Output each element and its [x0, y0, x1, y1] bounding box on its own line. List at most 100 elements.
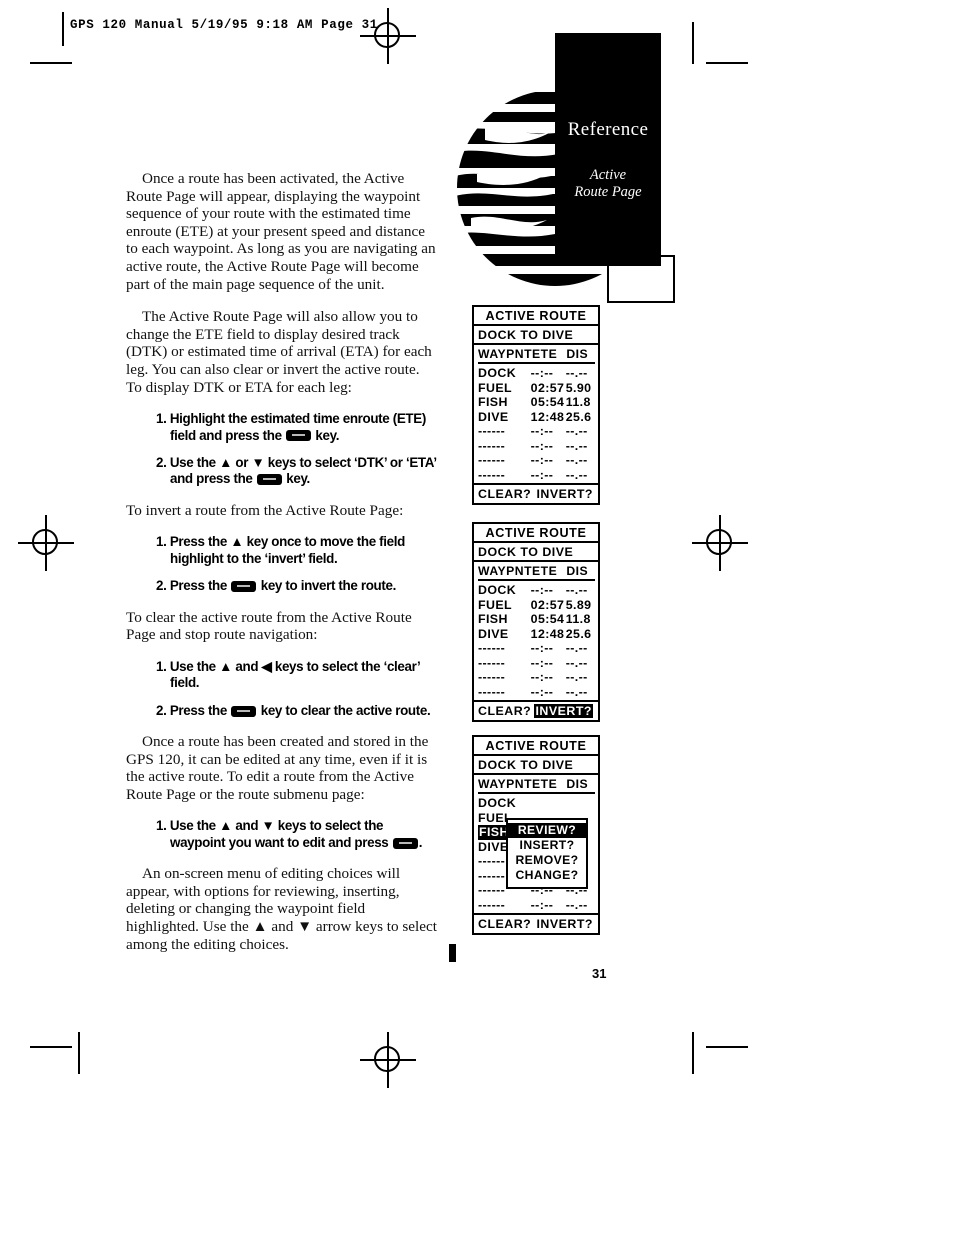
enter-key-icon — [392, 837, 418, 849]
lcd-footer: CLEAR? INVERT? — [474, 483, 598, 503]
invert-field[interactable]: INVERT? — [536, 917, 593, 931]
waypoint-name: FISH — [478, 395, 508, 409]
registration-mark-top — [360, 8, 416, 64]
paragraph-edit-route: Once a route has been created and stored… — [126, 732, 429, 803]
paragraph-clear-route: To clear the active route from the Activ… — [126, 608, 412, 644]
lcd-rows-0: DOCK --:-- --.-- FUEL 02:57 5.90 FISH 05:54 11.8… — [474, 364, 598, 483]
invert-field[interactable]: INVERT? — [536, 487, 593, 501]
paragraph-intro: Once a route has been activated, the Act… — [126, 170, 436, 293]
lcd-column-headers: WAYPNT ETE DIS — [474, 775, 598, 794]
empty-wpt: ------ — [478, 897, 506, 912]
waypoint-ete: 02:57 — [530, 597, 565, 612]
empty-dis: --.-- — [565, 467, 588, 482]
waypoint-dis: 25.6 — [565, 409, 592, 424]
waypoint-dis: --.-- — [565, 366, 588, 380]
invert-field-highlighted[interactable]: INVERT? — [534, 704, 593, 718]
lcd-empty-row: ------ --:-- --.-- — [478, 656, 595, 671]
column-header-waypoint: WAYPNT — [478, 347, 532, 364]
submenu-item-review[interactable]: REVIEW? — [508, 823, 586, 838]
empty-wpt: ------ — [478, 438, 506, 453]
clear-field[interactable]: CLEAR? — [478, 704, 531, 718]
reference-tab-graphic: Reference Active Route Page — [447, 30, 687, 303]
crop-mark-top-right — [706, 62, 748, 64]
crop-mark-top-right-vert — [692, 22, 694, 64]
steps-invert-route: 1. Press the ▲ key once to move the fiel… — [126, 534, 438, 594]
lcd-waypoint-row[interactable]: FUEL 02:57 5.90 — [478, 381, 595, 396]
lcd-active-route-edit-submenu: ACTIVE ROUTE DOCK TO DIVE WAYPNT ETE DIS… — [472, 735, 600, 935]
empty-dis: --.-- — [565, 670, 588, 684]
waypoint-dis: --.-- — [565, 583, 588, 597]
lcd-empty-row: ------ --:-- --.-- — [478, 453, 595, 468]
lcd-waypoint-row[interactable]: DOCK --:-- --.-- — [478, 366, 595, 381]
submenu-item-change[interactable]: CHANGE? — [508, 868, 586, 883]
step-text: Press the ▲ key once to move the field h… — [169, 534, 405, 566]
lcd-waypoint-row[interactable]: FUEL 02:57 5.89 — [478, 598, 595, 613]
slug-header: GPS 120 Manual 5/19/95 9:18 AM Page 31 — [70, 18, 378, 32]
empty-ete: --:-- — [530, 897, 554, 912]
reference-tab-box: Reference Active Route Page — [555, 33, 661, 266]
lcd-rows-1: DOCK --:-- --.-- FUEL 02:57 5.89 FISH 05:54 11.8… — [474, 581, 598, 700]
registration-mark-right — [692, 515, 748, 571]
step-number: 2. — [156, 702, 167, 718]
step-number: 1. — [156, 411, 167, 427]
steps-edit-waypoint: 1. Use the ▲ and ▼ keys to select the wa… — [126, 818, 438, 851]
waypoint-name: DIVE — [478, 626, 509, 641]
tab-subtitle: Active Route Page — [555, 167, 661, 201]
empty-dis: --.-- — [565, 684, 588, 699]
empty-dis: --.-- — [565, 424, 588, 438]
step-text-tail: key. — [312, 427, 340, 443]
step-text-tail: key to clear the active route. — [257, 702, 431, 718]
lcd-route-name: DOCK TO DIVE — [474, 543, 598, 562]
lcd-title: ACTIVE ROUTE — [474, 737, 598, 756]
column-header-ete: ETE — [532, 564, 567, 581]
lcd-waypoint-row[interactable]: DIVE 12:48 25.6 — [478, 410, 595, 425]
steps-display-dtk-eta: 1. Highlight the estimated time enroute … — [126, 411, 438, 488]
lcd-empty-row: ------ --:-- --.-- — [478, 641, 595, 656]
paragraph-editing-choices: An on-screen menu of editing choices wil… — [126, 865, 437, 953]
clear-field[interactable]: CLEAR? — [478, 917, 531, 931]
step-item: 1. Use the ▲ and ◀ keys to select the ‘c… — [156, 659, 438, 692]
step-text-tail: . — [418, 834, 423, 850]
waypoint-edit-submenu[interactable]: REVIEW? INSERT? REMOVE? CHANGE? — [506, 818, 588, 889]
step-text: Press the — [169, 578, 231, 594]
lcd-waypoint-row[interactable]: FISH 05:54 11.8 — [478, 395, 595, 410]
step-item: 2. Press the key to invert the route. — [156, 578, 438, 594]
lcd-title: ACTIVE ROUTE — [474, 524, 598, 543]
tab-subtitle-line1: Active — [589, 167, 627, 183]
lcd-waypoint-row[interactable]: DIVE 12:48 25.6 — [478, 627, 595, 642]
empty-wpt: ------ — [478, 684, 506, 699]
submenu-item-insert[interactable]: INSERT? — [508, 838, 586, 853]
tab-title: Reference — [567, 119, 649, 140]
empty-wpt: ------ — [478, 424, 506, 438]
lcd-column-headers: WAYPNT ETE DIS — [474, 345, 598, 364]
submenu-item-remove[interactable]: REMOVE? — [508, 853, 586, 868]
column-header-ete: ETE — [532, 777, 567, 794]
lcd-footer: CLEAR? INVERT? — [474, 700, 598, 720]
waypoint-ete: 05:54 — [530, 612, 565, 626]
lcd-waypoint-row[interactable]: DOCK --:-- --.-- — [478, 583, 595, 598]
empty-wpt: ------ — [478, 467, 506, 482]
empty-ete: --:-- — [530, 641, 554, 655]
column-header-waypoint: WAYPNT — [478, 777, 532, 794]
empty-dis: --.-- — [565, 438, 588, 453]
paragraph-ete-field: The Active Route Page will also allow yo… — [126, 308, 432, 396]
clear-field[interactable]: CLEAR? — [478, 487, 531, 501]
registration-mark-bottom — [360, 1032, 416, 1088]
step-text: Use the ▲ and ▼ keys to select the waypo… — [169, 818, 392, 850]
waypoint-dis: 25.6 — [565, 626, 592, 641]
empty-wpt: ------ — [478, 655, 506, 670]
waypoint-ete: --:-- — [530, 366, 554, 380]
step-number: 1. — [156, 534, 167, 550]
lcd-footer: CLEAR? INVERT? — [474, 913, 598, 933]
step-text: Press the — [169, 702, 231, 718]
lcd-empty-row: ------ --:-- --.-- — [478, 468, 595, 483]
waypoint-name: DOCK — [478, 366, 517, 380]
lcd-waypoint-row[interactable]: DOCK — [478, 796, 595, 811]
lcd-waypoint-row[interactable]: FISH 05:54 11.8 — [478, 612, 595, 627]
step-item: 1. Highlight the estimated time enroute … — [156, 411, 438, 444]
empty-ete: --:-- — [530, 424, 554, 438]
column-header-ete: ETE — [532, 347, 567, 364]
column-header-dis: DIS — [566, 777, 595, 794]
tab-subtitle-line2: Route Page — [574, 184, 642, 200]
column-header-waypoint: WAYPNT — [478, 564, 532, 581]
